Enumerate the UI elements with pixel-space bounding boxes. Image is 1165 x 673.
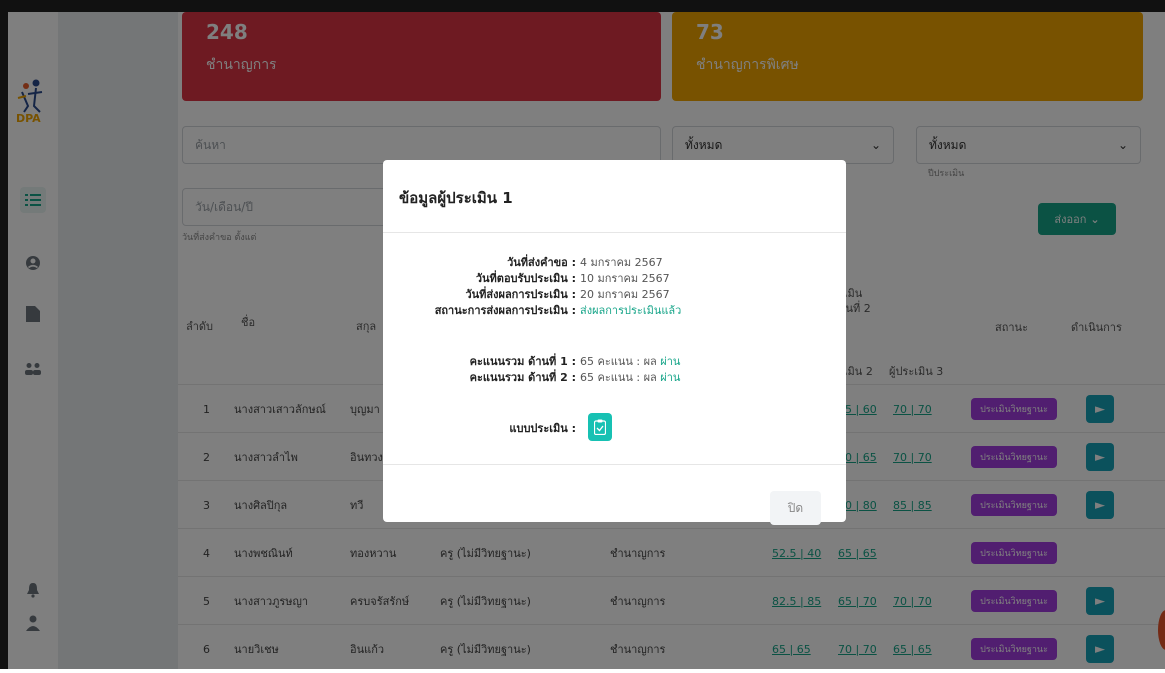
field-label: สถานะการส่งผลการประเมิน :	[434, 304, 576, 317]
screen-border-left	[0, 0, 8, 669]
close-button[interactable]: ปิด	[770, 491, 821, 525]
evaluator-info-modal: ข้อมูลผู้ประเมิน 1 วันที่ส่งคำขอ : 4 มกร…	[383, 160, 846, 525]
modal-divider	[383, 232, 846, 233]
form-label: แบบประเมิน :	[509, 422, 576, 435]
modal-title: ข้อมูลผู้ประเมิน 1	[399, 189, 513, 207]
score-label: คะแนนรวม ด้านที่ 2 :	[469, 371, 576, 384]
form-button[interactable]	[588, 413, 612, 441]
score-value: 65 คะแนน : ผล ผ่าน	[580, 371, 681, 384]
submission-status: ส่งผลการประเมินแล้ว	[580, 304, 682, 317]
modal-divider	[383, 464, 846, 465]
screen-border-top	[0, 0, 1165, 12]
score-result: ผ่าน	[660, 355, 681, 368]
score-result: ผ่าน	[660, 371, 681, 384]
clipboard-icon	[594, 419, 606, 435]
